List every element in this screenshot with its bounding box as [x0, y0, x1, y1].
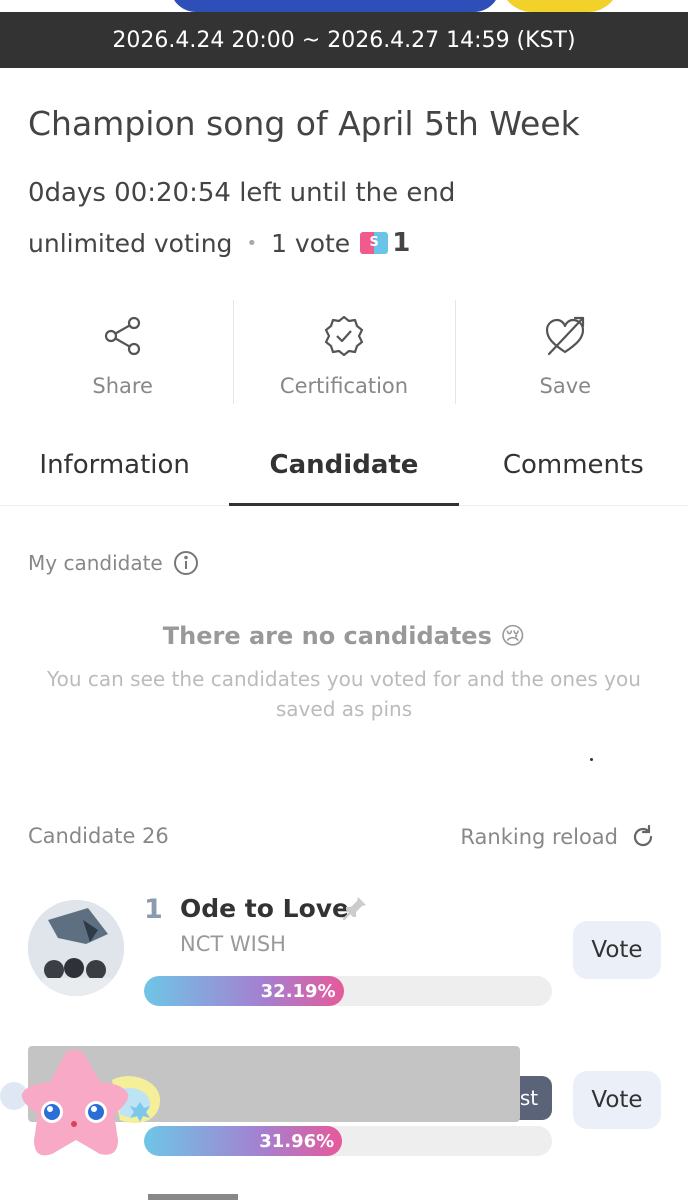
- share-button[interactable]: Share: [12, 300, 233, 406]
- certification-label: Certification: [279, 374, 409, 398]
- countdown-text: 0days 00:20:54 left until the end: [28, 178, 456, 208]
- voting-type: unlimited voting: [28, 228, 233, 258]
- save-label: Save: [539, 374, 592, 398]
- vote-progress-bar: 31.96%: [144, 1126, 552, 1156]
- ticket-icon: S: [360, 232, 389, 254]
- reload-icon: [633, 824, 653, 847]
- vote-cost: 1 vote: [271, 228, 351, 258]
- ticket-count: 1: [392, 228, 411, 258]
- candidate-song-title: Ode to Love: [180, 894, 349, 923]
- action-bar: Share Certification Save: [12, 300, 676, 406]
- vote-percent: 31.96%: [259, 1130, 335, 1152]
- pin-icon[interactable]: [341, 894, 369, 922]
- vote-progress-fill: 32.19%: [144, 976, 344, 1006]
- share-icon: [104, 316, 140, 356]
- tab-comments[interactable]: Comments: [459, 432, 688, 505]
- save-button[interactable]: Save: [454, 300, 676, 406]
- vote-button[interactable]: Vote: [573, 1071, 661, 1129]
- candidate-artist: NCT WISH: [180, 932, 286, 956]
- stray-dot: [590, 758, 593, 761]
- empty-state-title: There are no candidates 😢: [162, 622, 526, 650]
- info-icon[interactable]: [173, 550, 199, 576]
- my-candidate-label: My candidate: [28, 551, 163, 575]
- vote-info: unlimited voting • 1 vote S 1: [28, 228, 410, 258]
- ranking-reload-button[interactable]: Ranking reload: [460, 824, 656, 850]
- banner-image-edge: [0, 0, 688, 12]
- heart-arrow-icon: [546, 316, 585, 356]
- share-label: Share: [92, 374, 153, 398]
- my-candidate-header: My candidate: [28, 550, 199, 576]
- vote-progress-bar: 32.19%: [144, 976, 552, 1006]
- tab-information[interactable]: Information: [0, 432, 229, 505]
- empty-state-description: You can see the candidates you voted for…: [47, 667, 641, 721]
- star-mascot-sticker: [0, 1049, 160, 1156]
- candidate-count: Candidate 26: [28, 824, 169, 848]
- candidate-avatar: [28, 900, 124, 996]
- certification-button[interactable]: Certification: [233, 300, 454, 406]
- separator-dot: •: [246, 232, 258, 254]
- ranking-reload-label: Ranking reload: [460, 825, 618, 849]
- tab-candidate[interactable]: Candidate: [229, 432, 459, 506]
- tab-bar: Information Candidate Comments: [0, 432, 688, 506]
- next-row-peek: [148, 1194, 238, 1200]
- event-date-range: 2026.4.24 20:00 ~ 2026.4.27 14:59 (KST): [0, 12, 688, 68]
- candidate-rank: 1: [144, 894, 163, 925]
- vote-progress-fill: 31.96%: [144, 1126, 343, 1156]
- vote-button[interactable]: Vote: [573, 921, 661, 979]
- vote-percent: 32.19%: [260, 980, 336, 1002]
- badge-check-icon: [324, 315, 364, 357]
- event-title: Champion song of April 5th Week: [28, 104, 580, 143]
